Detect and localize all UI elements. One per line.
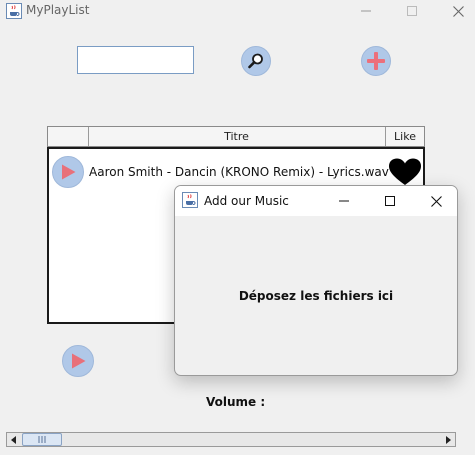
dialog-minimize-button[interactable] bbox=[321, 186, 367, 216]
maximize-button[interactable] bbox=[389, 0, 435, 22]
search-input[interactable] bbox=[77, 46, 194, 74]
plus-icon bbox=[367, 52, 385, 70]
play-icon bbox=[72, 353, 86, 369]
magnifier-icon bbox=[248, 53, 263, 69]
volume-slider-thumb[interactable] bbox=[22, 433, 62, 446]
column-header-title[interactable]: Titre bbox=[88, 127, 386, 146]
close-button[interactable] bbox=[435, 0, 475, 22]
volume-label: Volume : bbox=[206, 395, 266, 409]
play-button[interactable] bbox=[62, 345, 94, 377]
table-header: Titre Like bbox=[47, 126, 425, 147]
scroll-left-button[interactable] bbox=[7, 433, 21, 446]
arrow-left-icon bbox=[11, 435, 16, 444]
java-cup-icon bbox=[182, 192, 198, 208]
java-cup-icon bbox=[6, 3, 22, 19]
dialog-maximize-button[interactable] bbox=[367, 186, 413, 216]
window-title: MyPlayList bbox=[26, 3, 90, 17]
minimize-icon bbox=[339, 200, 349, 202]
maximize-icon bbox=[407, 6, 417, 16]
scroll-right-button[interactable] bbox=[441, 433, 455, 446]
minimize-icon bbox=[361, 10, 371, 12]
add-music-button[interactable] bbox=[361, 46, 391, 76]
table-row-title[interactable]: Aaron Smith - Dancin (KRONO Remix) - Lyr… bbox=[89, 165, 389, 179]
close-icon bbox=[452, 5, 464, 17]
close-icon bbox=[430, 195, 442, 207]
drop-zone[interactable]: Déposez les fichiers ici bbox=[175, 216, 457, 375]
heart-icon[interactable] bbox=[388, 158, 422, 186]
volume-slider-track[interactable] bbox=[6, 432, 456, 447]
column-header-play[interactable] bbox=[48, 127, 89, 146]
minimize-button[interactable] bbox=[343, 0, 389, 22]
grip-icon bbox=[38, 436, 46, 443]
maximize-icon bbox=[385, 196, 395, 206]
play-icon bbox=[62, 164, 76, 180]
row-play-button[interactable] bbox=[52, 156, 84, 188]
add-music-dialog: Add our Music Déposez les fichiers ici bbox=[174, 185, 458, 376]
drop-zone-label: Déposez les fichiers ici bbox=[238, 288, 394, 303]
column-header-like[interactable]: Like bbox=[385, 127, 425, 146]
dialog-title: Add our Music bbox=[204, 194, 289, 208]
search-button[interactable] bbox=[241, 46, 271, 76]
dialog-close-button[interactable] bbox=[413, 186, 457, 216]
arrow-right-icon bbox=[446, 435, 451, 444]
